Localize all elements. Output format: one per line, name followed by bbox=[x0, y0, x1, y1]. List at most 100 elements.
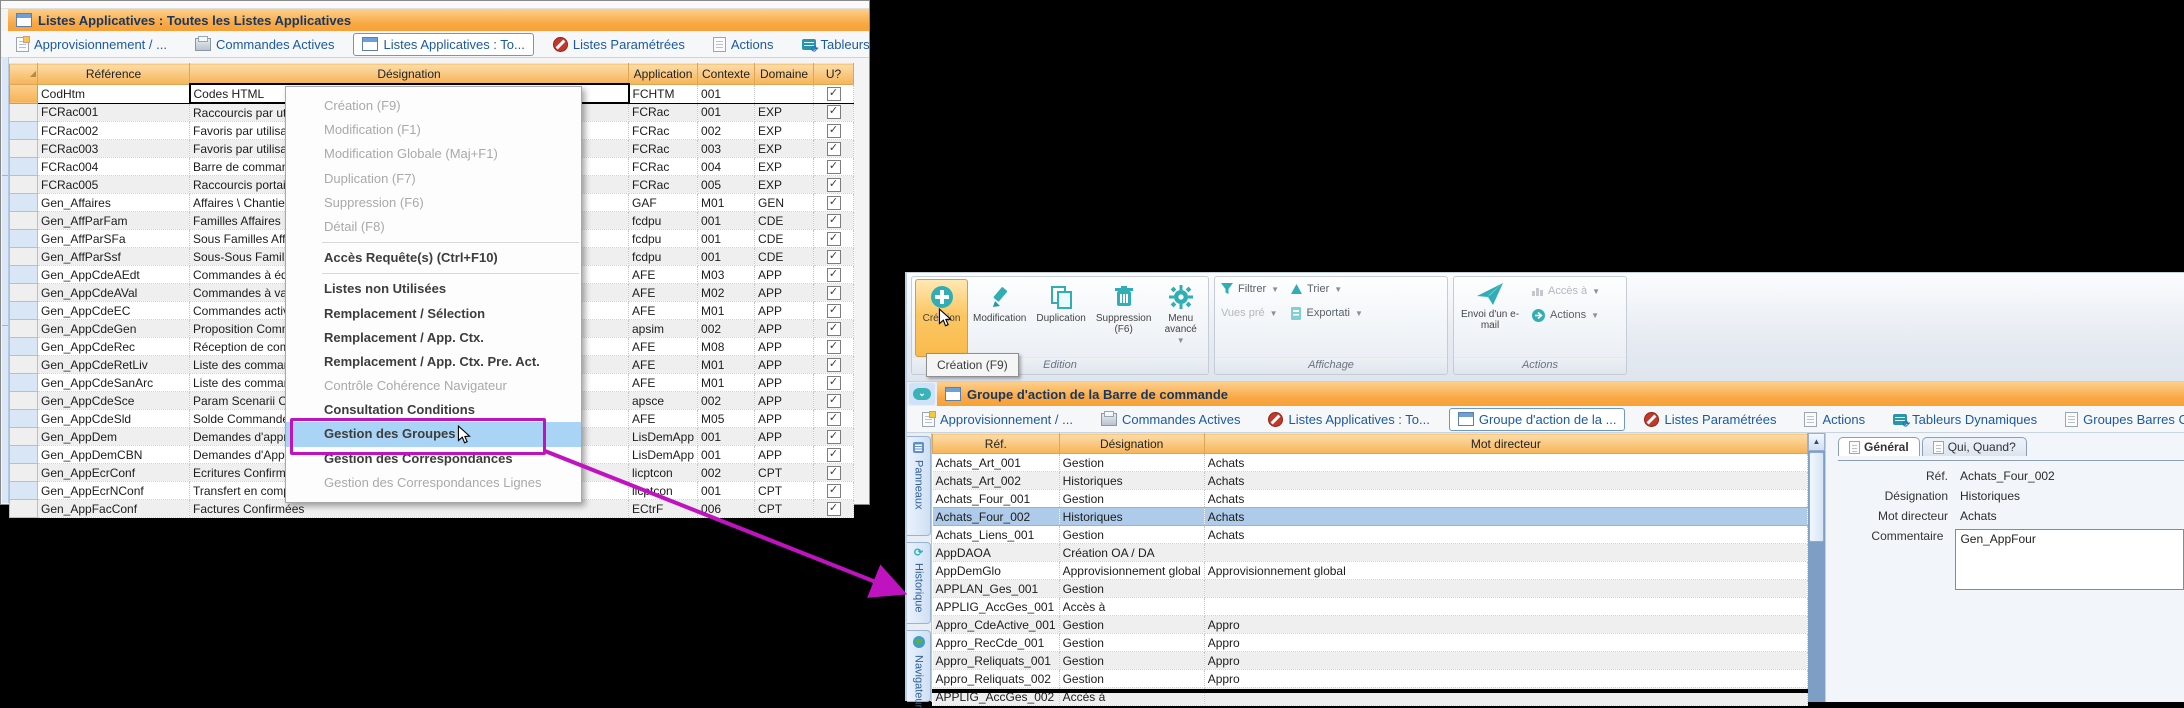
table-row[interactable]: Appro_RecCde_001GestionAppro bbox=[933, 634, 1808, 652]
detail-tab-qui-quand[interactable]: Qui, Quand? bbox=[1922, 437, 2027, 456]
row-selector[interactable] bbox=[10, 212, 38, 230]
left-tab[interactable]: Listes Applicatives : To... bbox=[353, 33, 533, 56]
row-selector[interactable] bbox=[10, 392, 38, 410]
menu-item[interactable]: Listes non Utilisées bbox=[286, 277, 581, 301]
checkbox-checked[interactable]: ✓ bbox=[827, 394, 841, 408]
row-selector[interactable] bbox=[10, 446, 38, 464]
menu-item[interactable]: Remplacement / App. Ctx. bbox=[286, 326, 581, 350]
row-selector[interactable] bbox=[10, 194, 38, 212]
row-selector[interactable] bbox=[10, 176, 38, 194]
row-selector[interactable] bbox=[10, 122, 38, 140]
checkbox-checked[interactable]: ✓ bbox=[827, 250, 841, 264]
filtrer-button[interactable]: Filtrer▼ bbox=[1215, 277, 1285, 301]
suppression-button[interactable]: Suppression (F6) bbox=[1091, 279, 1157, 357]
trier-button[interactable]: Trier▼ bbox=[1285, 277, 1348, 301]
table-row[interactable]: Achats_Liens_001GestionAchats bbox=[933, 526, 1808, 544]
menu-item[interactable]: Contrôle Cohérence Navigateur bbox=[286, 374, 581, 398]
table-row[interactable]: APPLIG_AccGes_001Accès à bbox=[933, 598, 1808, 616]
column-header[interactable]: Désignation bbox=[190, 64, 629, 85]
left-tab[interactable]: Tableurs Dynam bbox=[793, 33, 870, 56]
row-selector[interactable] bbox=[10, 140, 38, 158]
table-row[interactable]: Achats_Art_001GestionAchats bbox=[933, 454, 1808, 472]
menu-item[interactable]: Création (F9) bbox=[286, 94, 581, 118]
left-edge-panel-strip[interactable] bbox=[2, 57, 9, 503]
right-tab[interactable]: Actions bbox=[1795, 408, 1874, 431]
checkbox-checked[interactable]: ✓ bbox=[827, 160, 841, 174]
column-header[interactable]: Mot directeur bbox=[1204, 434, 1807, 454]
menu-item[interactable]: Remplacement / App. Ctx. Pre. Act. bbox=[286, 350, 581, 374]
row-selector[interactable] bbox=[10, 320, 38, 338]
row-selector[interactable] bbox=[10, 302, 38, 320]
row-selector[interactable] bbox=[10, 248, 38, 266]
menu-item[interactable]: Remplacement / Sélection bbox=[286, 302, 581, 326]
table-row[interactable]: Appro_Reliquats_002GestionAppro bbox=[933, 670, 1808, 688]
checkbox-checked[interactable]: ✓ bbox=[827, 87, 841, 101]
scrollbar-thumb[interactable] bbox=[1809, 452, 1824, 542]
row-selector[interactable] bbox=[10, 374, 38, 392]
row-selector[interactable] bbox=[10, 266, 38, 284]
right-tab[interactable]: Approvisionnement / ... bbox=[913, 408, 1082, 431]
checkbox-checked[interactable]: ✓ bbox=[827, 286, 841, 300]
select-all-header[interactable]: ◢ bbox=[10, 64, 38, 85]
column-header[interactable]: Application bbox=[629, 64, 698, 85]
menu-item[interactable]: Modification (F1) bbox=[286, 118, 581, 142]
row-selector[interactable] bbox=[10, 356, 38, 374]
right-tab[interactable]: Tableurs Dynamiques bbox=[1884, 408, 2046, 431]
checkbox-checked[interactable]: ✓ bbox=[827, 268, 841, 282]
right-tab[interactable]: Commandes Actives bbox=[1092, 408, 1250, 431]
table-row[interactable]: Achats_Four_002HistoriquesAchats bbox=[933, 508, 1808, 526]
row-selector[interactable] bbox=[10, 338, 38, 356]
left-tab[interactable]: Listes Paramétrées bbox=[544, 33, 694, 56]
row-selector[interactable] bbox=[10, 230, 38, 248]
column-header[interactable]: Domaine bbox=[755, 64, 814, 85]
column-header[interactable]: Référence bbox=[38, 64, 190, 85]
row-selector[interactable] bbox=[10, 103, 38, 122]
vues-predefinies-button[interactable]: Vues pré▼ bbox=[1215, 301, 1284, 325]
column-header[interactable]: U? bbox=[814, 64, 854, 85]
row-selector[interactable] bbox=[10, 84, 38, 103]
table-row[interactable]: AppDemGloApprovisionnement globalApprovi… bbox=[933, 562, 1808, 580]
right-tab[interactable]: Listes Applicatives : To... bbox=[1259, 408, 1438, 431]
checkbox-checked[interactable]: ✓ bbox=[827, 430, 841, 444]
duplication-button[interactable]: Duplication bbox=[1031, 279, 1090, 357]
creation-button[interactable]: Création bbox=[915, 279, 968, 357]
menu-avance-button[interactable]: Menu avancé ▼ bbox=[1156, 279, 1205, 357]
acces-a-button[interactable]: Accès à▼ bbox=[1526, 279, 1606, 303]
left-tab[interactable]: Commandes Actives bbox=[186, 33, 344, 56]
checkbox-checked[interactable]: ✓ bbox=[827, 484, 841, 498]
menu-item[interactable]: Gestion des Correspondances Lignes bbox=[286, 471, 581, 495]
row-selector[interactable] bbox=[10, 158, 38, 176]
envoi-email-button[interactable]: Envoi d'un e-mail bbox=[1454, 277, 1526, 357]
menu-item[interactable]: Consultation Conditions bbox=[286, 398, 581, 422]
checkbox-checked[interactable]: ✓ bbox=[827, 214, 841, 228]
menu-item[interactable]: Suppression (F6) bbox=[286, 191, 581, 215]
row-selector[interactable] bbox=[10, 500, 38, 518]
menu-item[interactable]: Gestion des Groupes bbox=[286, 422, 581, 446]
row-selector[interactable] bbox=[10, 464, 38, 482]
right-tab[interactable]: Groupe d'action de la ... bbox=[1449, 408, 1626, 431]
row-selector[interactable] bbox=[10, 410, 38, 428]
vertical-scrollbar[interactable]: ▲ bbox=[1808, 433, 1825, 702]
column-header[interactable]: Désignation bbox=[1059, 434, 1204, 454]
row-selector[interactable] bbox=[10, 482, 38, 500]
row-selector[interactable] bbox=[10, 284, 38, 302]
table-row[interactable]: AppDAOACréation OA / DA bbox=[933, 544, 1808, 562]
checkbox-checked[interactable]: ✓ bbox=[827, 376, 841, 390]
checkbox-checked[interactable]: ✓ bbox=[827, 448, 841, 462]
checkbox-checked[interactable]: ✓ bbox=[827, 142, 841, 156]
checkbox-checked[interactable]: ✓ bbox=[827, 322, 841, 336]
commentaire-input[interactable]: Gen_AppFour bbox=[1955, 529, 2184, 590]
checkbox-checked[interactable]: ✓ bbox=[827, 232, 841, 246]
menu-item[interactable]: Duplication (F7) bbox=[286, 167, 581, 191]
left-tab[interactable]: Actions bbox=[704, 33, 783, 56]
scroll-up-arrow[interactable]: ▲ bbox=[1808, 433, 1825, 451]
table-row[interactable]: Achats_Four_001GestionAchats bbox=[933, 490, 1808, 508]
collapse-panel-button[interactable]: ⌄ bbox=[909, 383, 935, 405]
checkbox-checked[interactable]: ✓ bbox=[827, 105, 841, 119]
menu-item[interactable]: Gestion des Correspondances bbox=[286, 447, 581, 471]
right-tab[interactable]: Groupes Barres Cde. : ... bbox=[2056, 408, 2184, 431]
menu-item[interactable]: Détail (F8) bbox=[286, 215, 581, 239]
exportations-button[interactable]: Exportati▼ bbox=[1284, 301, 1369, 325]
menu-item[interactable]: Modification Globale (Maj+F1) bbox=[286, 142, 581, 166]
checkbox-checked[interactable]: ✓ bbox=[827, 196, 841, 210]
